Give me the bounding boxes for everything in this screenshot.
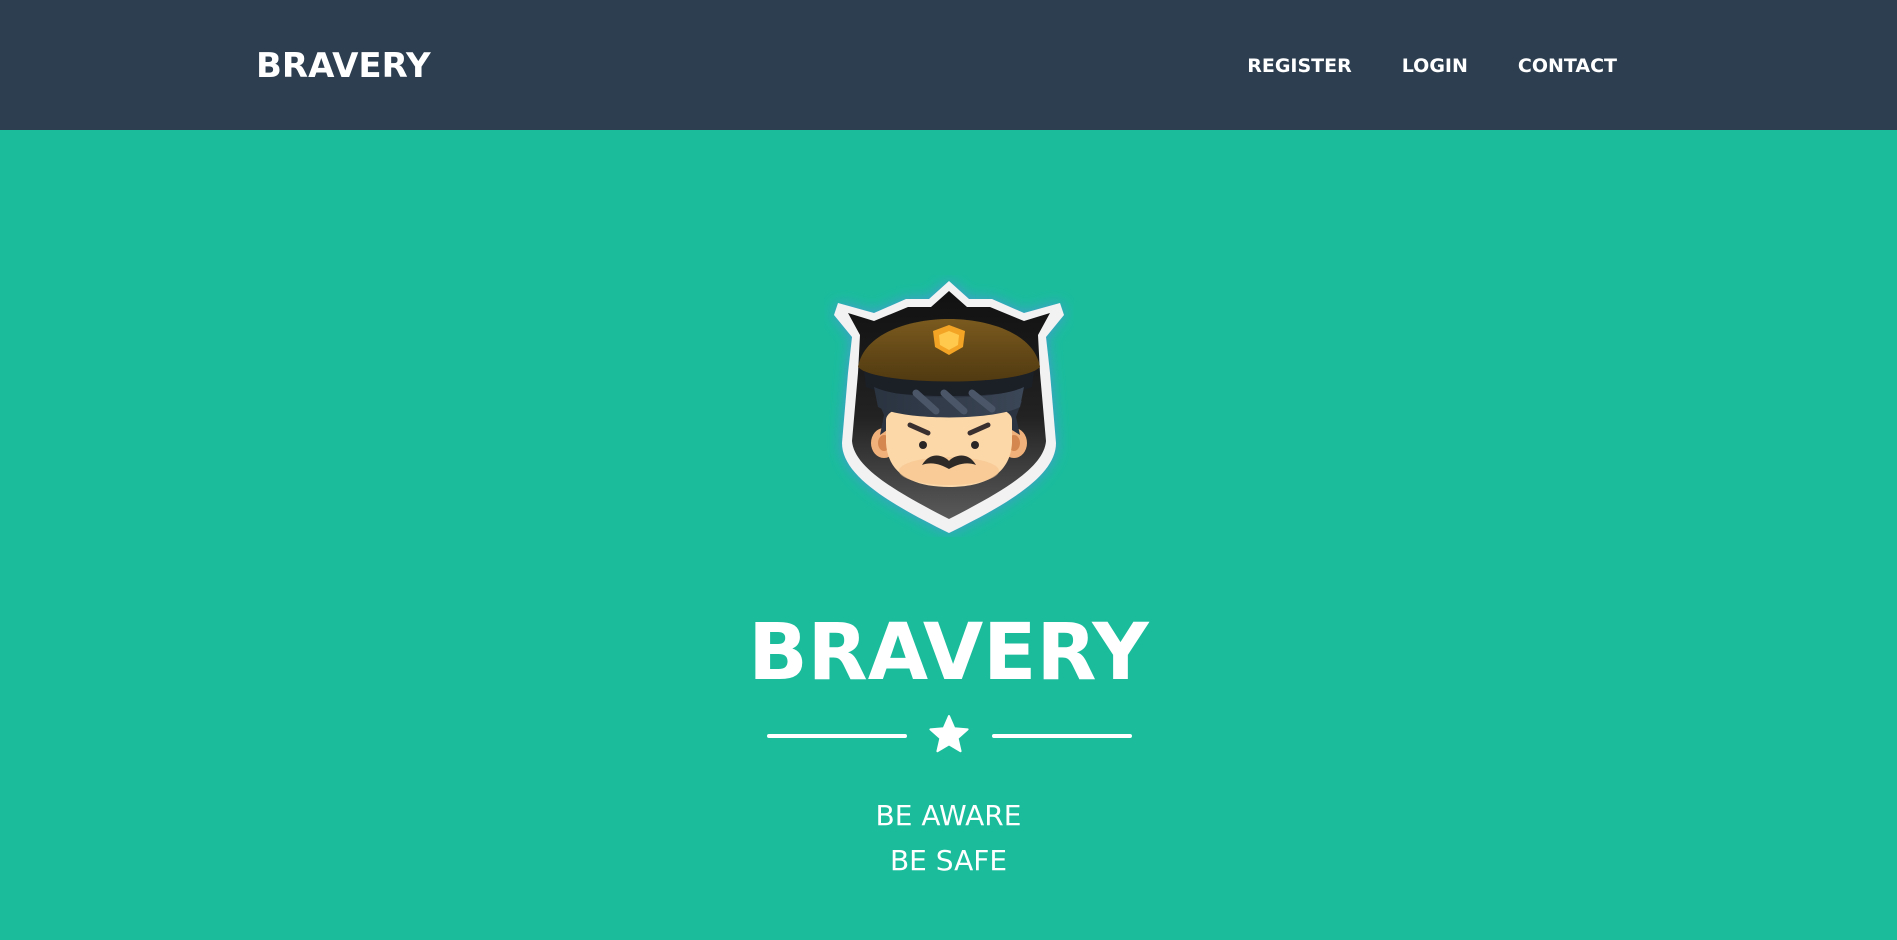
hero-section: BRAVERY BE AWARE BE SAFE <box>0 130 1897 940</box>
police-officer-badge-icon <box>834 281 1064 533</box>
brand-logo-link[interactable]: BRAVERY <box>256 44 431 88</box>
divider-line-left <box>767 734 907 738</box>
nav-contact-link[interactable]: CONTACT <box>1518 52 1617 80</box>
tagline-line-2: BE SAFE <box>889 844 1008 877</box>
top-navbar: BRAVERY REGISTER LOGIN CONTACT <box>0 0 1897 130</box>
star-divider <box>767 714 1132 758</box>
hero-title: BRAVERY <box>748 608 1149 698</box>
nav-links: REGISTER LOGIN CONTACT <box>1247 52 1617 80</box>
tagline-line-1: BE AWARE <box>875 799 1022 832</box>
divider-line-right <box>992 734 1132 738</box>
nav-login-link[interactable]: LOGIN <box>1402 52 1468 80</box>
nav-register-link[interactable]: REGISTER <box>1247 52 1352 80</box>
star-icon <box>929 715 969 753</box>
